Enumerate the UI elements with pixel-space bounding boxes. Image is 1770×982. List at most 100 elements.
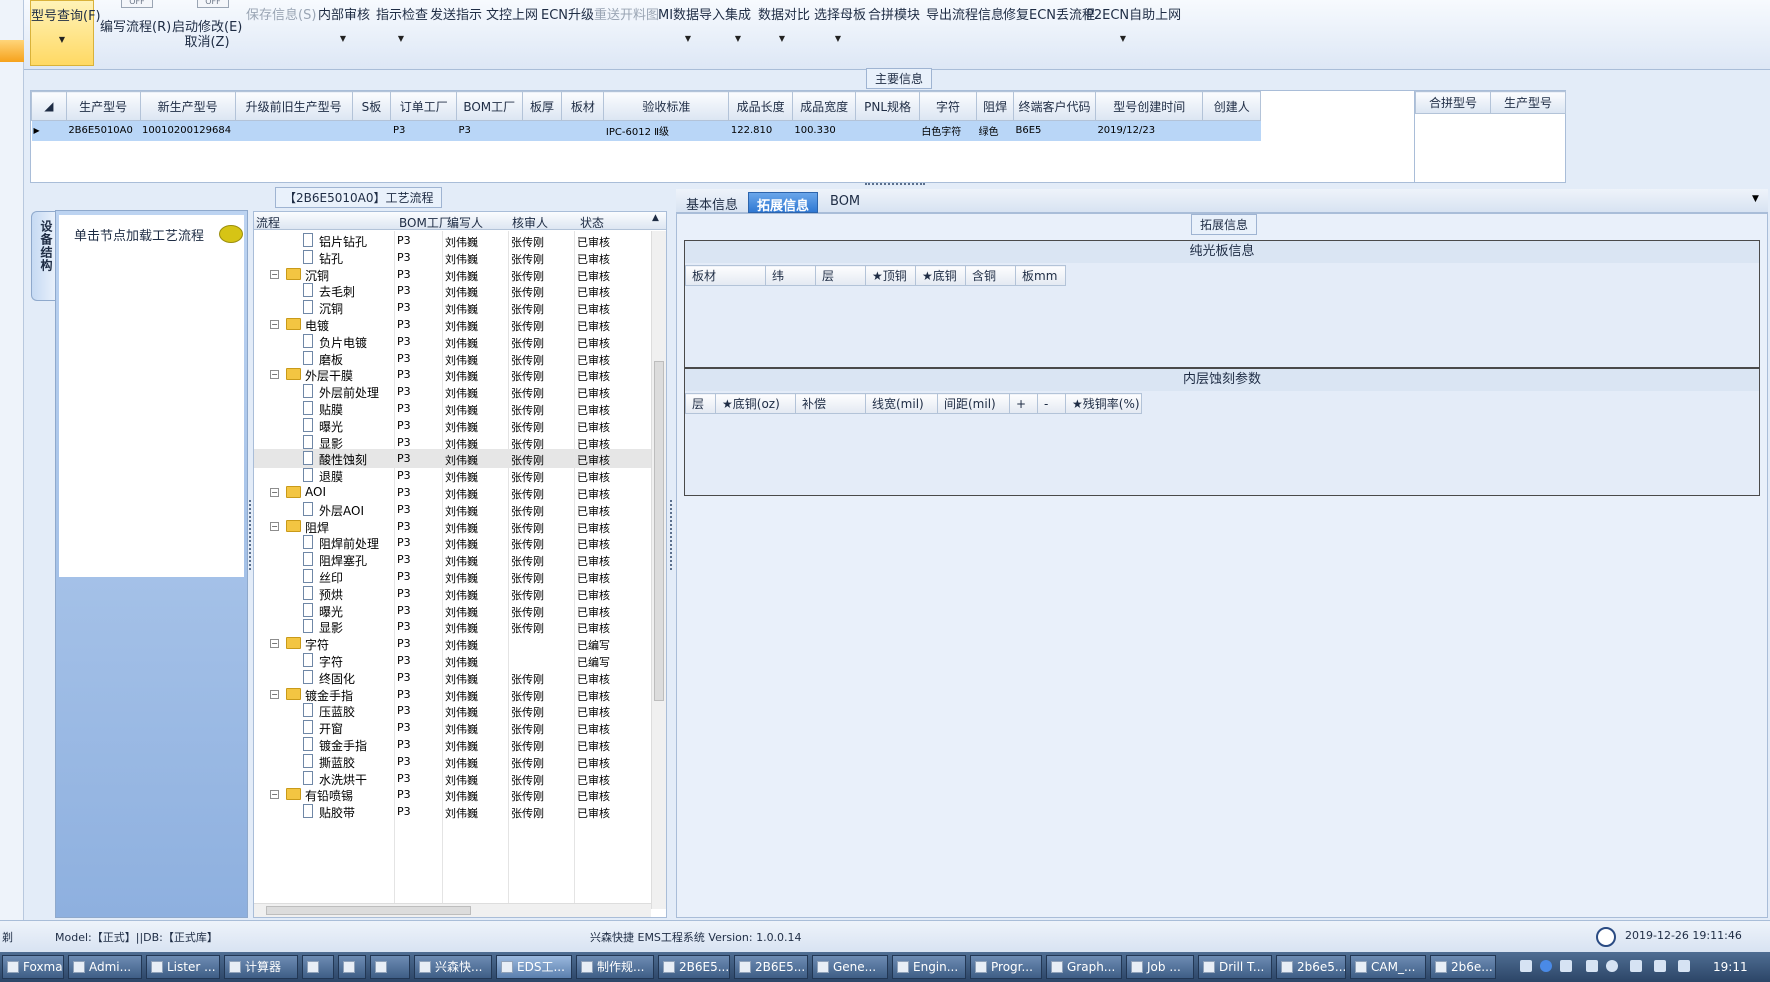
tab-2[interactable]: BOM: [822, 192, 868, 213]
table-cell[interactable]: P3: [456, 121, 522, 141]
toolbar-button-6[interactable]: 发送指示: [430, 0, 482, 66]
section-column-header[interactable]: 间距(mil): [937, 393, 1010, 414]
taskbar-item-3[interactable]: 计算器: [224, 955, 298, 979]
section-column-header[interactable]: ★顶铜: [865, 265, 916, 286]
section-column-header[interactable]: -: [1037, 393, 1066, 414]
toolbar-button-0[interactable]: 型号查询(F) ▼: [30, 0, 101, 66]
collapse-toggle-icon[interactable]: −: [270, 269, 279, 279]
toolbar-button-1[interactable]: OFF 编写流程(R): [100, 0, 171, 66]
toolbar-button-13[interactable]: 选择母板 ▼: [814, 0, 866, 66]
collapse-toggle-icon[interactable]: −: [270, 639, 279, 649]
tray-network-icon[interactable]: [1630, 960, 1642, 972]
table-cell[interactable]: [856, 121, 919, 141]
chevron-down-icon[interactable]: ▼: [31, 35, 93, 44]
tray-help-icon[interactable]: [1540, 960, 1552, 972]
table-cell[interactable]: B6E5: [1014, 121, 1096, 141]
toolbar-button-12[interactable]: 数据对比 ▼: [758, 0, 810, 66]
tree-column-header[interactable]: 状态: [580, 214, 604, 231]
side-tab-equipment-structure[interactable]: 设备结构: [31, 211, 55, 301]
column-header[interactable]: 板材: [561, 91, 605, 121]
tab-0[interactable]: 基本信息: [678, 192, 746, 213]
taskbar-item-1[interactable]: Admi...: [68, 955, 142, 979]
taskbar-item-7[interactable]: 兴森快...: [414, 955, 492, 979]
section-column-header[interactable]: ★底铜: [915, 265, 966, 286]
column-header[interactable]: 阻焊: [976, 91, 1015, 121]
tray-security-icon[interactable]: [1654, 960, 1666, 972]
taskbar-item-12[interactable]: Gene...: [812, 955, 888, 979]
merge-column-header[interactable]: 合拼型号: [1415, 91, 1491, 114]
tree-splitter-handle[interactable]: [670, 500, 674, 570]
section-column-header[interactable]: 层: [815, 265, 866, 286]
column-header[interactable]: 成品宽度: [791, 91, 857, 121]
table-cell[interactable]: P3: [391, 121, 457, 141]
taskbar-item-14[interactable]: Progr...: [970, 955, 1042, 979]
chevron-down-icon[interactable]: ▼: [724, 34, 752, 43]
tree-column-header[interactable]: 编写人: [447, 214, 483, 231]
section-column-header[interactable]: 板材: [685, 265, 766, 286]
table-cell[interactable]: [562, 121, 604, 141]
chevron-down-icon[interactable]: ▼: [658, 34, 718, 43]
taskbar-item-4[interactable]: [302, 955, 334, 979]
column-header[interactable]: 订单工厂: [390, 91, 457, 121]
column-header[interactable]: 型号创建时间: [1094, 91, 1204, 121]
collapse-toggle-icon[interactable]: −: [270, 689, 279, 699]
collapse-toggle-icon[interactable]: −: [270, 320, 279, 329]
column-header[interactable]: 字符: [918, 91, 978, 121]
table-cell[interactable]: 2019/12/23: [1095, 121, 1203, 141]
taskbar-item-18[interactable]: 2b6e5...: [1276, 955, 1346, 979]
toolbar-button-2[interactable]: OFF 启动修改(E) 取消(Z): [172, 0, 242, 66]
toolbar-button-10[interactable]: MI数据导入 ▼: [658, 0, 725, 66]
taskbar-item-19[interactable]: CAM_...: [1350, 955, 1426, 979]
chevron-down-icon[interactable]: ▼: [814, 34, 862, 43]
chevron-down-icon[interactable]: ▼: [376, 34, 426, 43]
taskbar-item-11[interactable]: 2B6E5...: [734, 955, 808, 979]
taskbar-item-0[interactable]: Foxmail: [2, 955, 64, 979]
toolbar-button-4[interactable]: 内部审核 ▼: [318, 0, 370, 66]
taskbar-item-13[interactable]: Engin...: [892, 955, 966, 979]
chevron-down-icon[interactable]: ▼: [318, 34, 368, 43]
tray-shield-icon[interactable]: [1606, 960, 1618, 972]
table-cell[interactable]: IPC-6012 Ⅱ级: [604, 121, 729, 141]
tab-1[interactable]: 拓展信息: [748, 192, 819, 214]
table-cell[interactable]: 122.810: [729, 121, 792, 141]
section-column-header[interactable]: 线宽(mil): [865, 393, 938, 414]
column-header[interactable]: 终端客户代码: [1013, 91, 1096, 121]
taskbar-clock[interactable]: 19:11: [1713, 960, 1748, 974]
table-cell[interactable]: 100.330: [792, 121, 855, 141]
toolbar-button-5[interactable]: 指示检查 ▼: [376, 0, 428, 66]
table-cell[interactable]: 10010200129684: [140, 121, 235, 141]
column-header[interactable]: 板厚: [521, 91, 563, 121]
tray-arrow-icon[interactable]: [1560, 960, 1572, 972]
section-column-header[interactable]: 层: [685, 393, 716, 414]
toggle-switch[interactable]: OFF: [121, 0, 153, 8]
column-header[interactable]: 创建人: [1202, 91, 1261, 121]
section-column-header[interactable]: 补偿: [795, 393, 866, 414]
collapse-toggle-icon[interactable]: −: [270, 488, 279, 497]
tree-horizontal-scrollbar[interactable]: [254, 903, 651, 917]
tree-column-header[interactable]: 流程: [256, 214, 280, 231]
toolbar-button-7[interactable]: 文控上网: [486, 0, 538, 66]
column-header[interactable]: 新生产型号: [139, 91, 236, 121]
taskbar-item-15[interactable]: Graph...: [1046, 955, 1122, 979]
toolbar-button-16[interactable]: 修复ECN丢流程: [1003, 0, 1095, 66]
section-column-header[interactable]: +: [1009, 393, 1038, 414]
taskbar-item-16[interactable]: Job ...: [1126, 955, 1194, 979]
toolbar-button-9[interactable]: 重送开料图: [594, 0, 659, 66]
taskbar-item-5[interactable]: [338, 955, 366, 979]
taskbar-item-17[interactable]: Drill T...: [1198, 955, 1272, 979]
taskbar-item-8[interactable]: EDS工...: [496, 955, 572, 979]
tree-step-node[interactable]: 贴胶带 P3 刘伟巍 张传刚 已审核: [254, 802, 651, 821]
tree-column-header[interactable]: 核审人: [512, 214, 548, 231]
table-cell[interactable]: 绿色: [977, 121, 1014, 141]
table-row[interactable]: ▶ 2B6E5010A0 10010200129684 P3 P3 IPC-6012 Ⅱ级…: [31, 120, 1261, 141]
column-header[interactable]: S板: [351, 91, 392, 121]
column-header[interactable]: 验收标准: [603, 91, 730, 121]
table-cell[interactable]: [522, 121, 562, 141]
toggle-switch[interactable]: OFF: [197, 0, 229, 8]
toolbar-button-3[interactable]: 保存信息(S): [246, 0, 316, 66]
toolbar-button-14[interactable]: 合拼模块: [868, 0, 920, 66]
tray-keyboard-icon[interactable]: [1520, 960, 1532, 972]
collapse-toggle-icon[interactable]: −: [270, 521, 279, 531]
collapse-toggle-icon[interactable]: −: [270, 790, 279, 800]
tab-menu-chevron-icon[interactable]: ▼: [1752, 194, 1759, 204]
